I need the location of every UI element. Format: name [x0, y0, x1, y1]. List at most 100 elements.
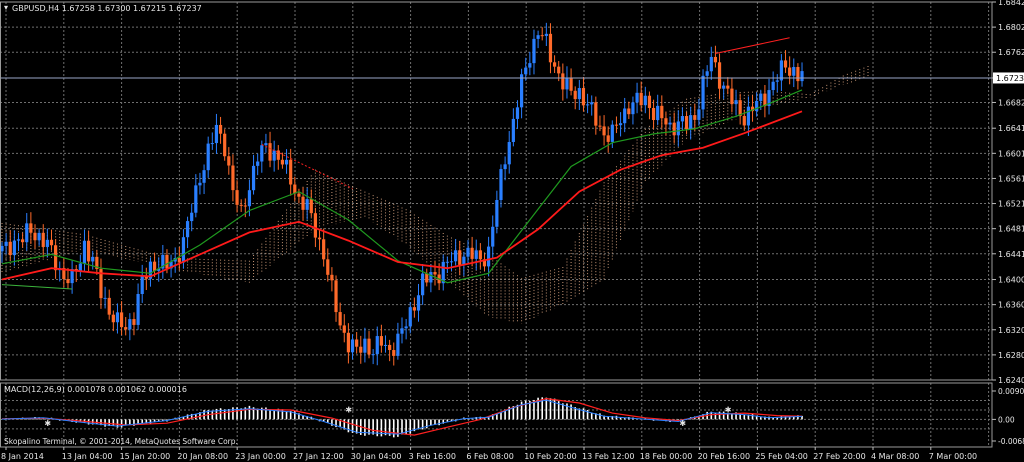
candle-body — [717, 62, 722, 89]
candle-body — [284, 159, 289, 165]
candle-body — [218, 124, 223, 134]
candle-body — [602, 126, 606, 136]
candle-body — [515, 107, 520, 119]
candle-body — [37, 232, 41, 241]
x-tick-label: 3 Feb 16:00 — [409, 452, 456, 461]
candle-body — [470, 247, 474, 259]
candle-body — [124, 327, 128, 330]
x-tick-label: 13 Jan 04:00 — [62, 452, 113, 461]
candle-body — [734, 100, 738, 105]
candle-body — [165, 254, 169, 269]
candle-body — [375, 336, 379, 355]
candle-body — [243, 205, 247, 207]
candle-body — [210, 143, 214, 145]
candle-body — [338, 312, 342, 326]
candle-body — [557, 66, 561, 74]
candle-body — [136, 293, 140, 325]
candle-body — [561, 73, 565, 90]
candle-body — [342, 325, 346, 333]
candle-body — [709, 56, 713, 72]
candle-body — [383, 344, 388, 346]
candle-body — [684, 116, 689, 130]
candle-body — [651, 107, 656, 121]
candle-body — [231, 165, 235, 191]
candle-body — [8, 241, 12, 256]
candle-body — [449, 261, 454, 263]
candle-body — [528, 63, 532, 68]
candle-body — [755, 100, 759, 112]
y-tick-label: 1.68020 — [998, 23, 1024, 32]
candle-body — [227, 156, 231, 166]
candle-body — [371, 354, 375, 356]
y-tick-label: 1.62400 — [998, 376, 1024, 385]
candle-body — [280, 159, 285, 165]
candle-body — [214, 124, 219, 144]
candle-body — [577, 88, 581, 100]
candle-body — [800, 71, 804, 82]
candle-body — [614, 124, 619, 126]
candle-body — [656, 105, 660, 121]
candle-body — [701, 75, 705, 110]
candle-body — [251, 165, 256, 191]
candle-body — [334, 280, 338, 313]
macd-marker: ✱ — [725, 405, 732, 414]
candle-body — [746, 106, 751, 126]
candle-body — [322, 239, 326, 260]
candle-body — [45, 239, 49, 247]
candle-body — [520, 74, 524, 108]
y-tick-label: 1.68420 — [998, 0, 1024, 7]
x-tick-label: 20 Jan 08:00 — [177, 452, 228, 461]
candle-body — [532, 38, 536, 64]
candle-body — [705, 71, 709, 76]
candle-body — [606, 135, 610, 142]
candle-body — [25, 223, 29, 243]
current-price-label: 1.67237 — [996, 74, 1024, 83]
candle-body — [202, 170, 206, 183]
x-tick-label: 7 Mar 00:00 — [929, 452, 977, 461]
candle-body — [421, 273, 425, 296]
candle-body — [503, 164, 507, 170]
candle-body — [289, 159, 293, 185]
macd-tick-label: -0.006874 — [998, 437, 1024, 446]
y-tick-label: 1.66820 — [998, 98, 1024, 107]
candle-body — [359, 346, 363, 353]
candle-body — [796, 67, 800, 82]
x-tick-label: 6 Feb 08:00 — [466, 452, 513, 461]
candle-body — [346, 332, 350, 353]
candle-body — [618, 123, 623, 126]
candle-body — [594, 102, 598, 126]
candle-body — [779, 60, 783, 81]
x-tick-label: 27 Jan 12:00 — [293, 452, 344, 461]
candle-body — [103, 297, 107, 299]
candle-body — [689, 115, 693, 130]
candle-body — [317, 237, 322, 240]
y-tick-label: 1.62800 — [998, 351, 1024, 360]
candle-body — [16, 239, 21, 241]
candle-body — [573, 90, 577, 100]
y-tick-label: 1.64410 — [998, 250, 1024, 259]
symbol-arrow-icon: ▾ — [4, 3, 8, 12]
candle-body — [536, 35, 540, 39]
candle-body — [177, 257, 181, 263]
candle-body — [82, 240, 87, 264]
candle-body — [396, 333, 400, 356]
candle-body — [313, 213, 318, 238]
candle-body — [119, 312, 124, 328]
candle-body — [676, 121, 680, 136]
candle-body — [206, 143, 210, 171]
candle-body — [21, 239, 25, 243]
candle-body — [680, 116, 685, 122]
candle-body — [223, 133, 227, 157]
candle-body — [713, 56, 718, 63]
candle-body — [788, 67, 792, 76]
candle-body — [350, 339, 355, 353]
candle-body — [660, 105, 664, 119]
candle-body — [499, 169, 503, 201]
candle-body — [495, 200, 499, 227]
x-tick-label: 18 Feb 00:00 — [640, 452, 692, 461]
candle-body — [610, 124, 614, 142]
candle-body — [726, 85, 730, 89]
candle-body — [181, 237, 186, 263]
candle-body — [771, 81, 775, 91]
candle-body — [544, 33, 548, 36]
